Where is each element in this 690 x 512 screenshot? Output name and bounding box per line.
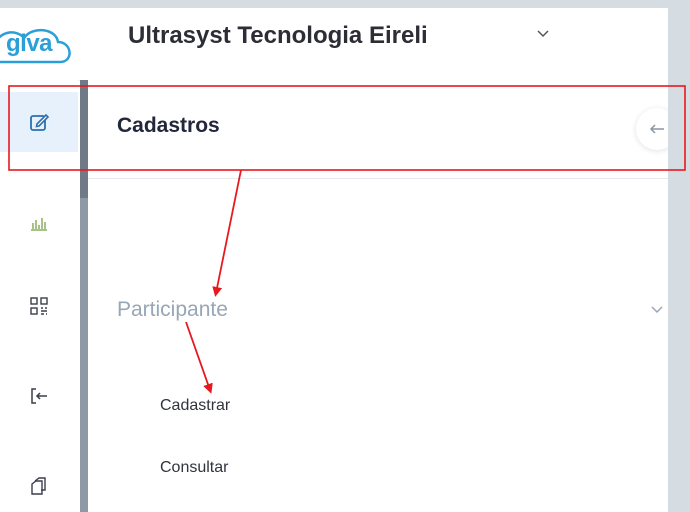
edit-icon — [30, 113, 50, 131]
copy-documents-icon — [31, 477, 46, 495]
sign-in-icon — [31, 388, 47, 404]
chevron-down-icon — [651, 306, 663, 314]
menu-panel: Cadastros Participante Cadastrar Consult… — [88, 80, 668, 512]
rail-item-cadastros[interactable] — [0, 92, 78, 152]
section-participante[interactable]: Participante — [88, 292, 668, 332]
rail-item-entry[interactable] — [0, 366, 78, 426]
menu-item-cadastrar[interactable]: Cadastrar — [160, 397, 230, 415]
section-label: Participante — [117, 298, 228, 321]
top-bar: giva Ultrasyst Tecnologia Eireli — [0, 8, 668, 81]
collapse-panel-button[interactable] — [636, 108, 668, 150]
scrollbar-thumb[interactable] — [80, 80, 88, 198]
bar-chart-icon — [31, 218, 47, 231]
qr-code-icon — [30, 297, 48, 315]
app-window: giva Ultrasyst Tecnologia Eireli Cadastr… — [0, 8, 668, 512]
icon-rail — [0, 80, 78, 512]
rail-item-reports[interactable] — [0, 192, 78, 252]
logo-text: giva — [6, 30, 53, 57]
rail-item-documents[interactable] — [0, 456, 78, 512]
chevron-down-icon[interactable] — [536, 26, 550, 43]
arrow-left-icon — [649, 124, 664, 134]
rail-item-qrcode[interactable] — [0, 276, 78, 336]
company-name[interactable]: Ultrasyst Tecnologia Eireli — [128, 22, 428, 50]
app-logo[interactable]: giva — [0, 24, 78, 68]
panel-title: Cadastros — [117, 114, 220, 137]
sidebar-scrollbar[interactable] — [80, 80, 88, 512]
menu-item-consultar[interactable]: Consultar — [160, 459, 228, 477]
panel-header: Cadastros — [88, 80, 668, 179]
